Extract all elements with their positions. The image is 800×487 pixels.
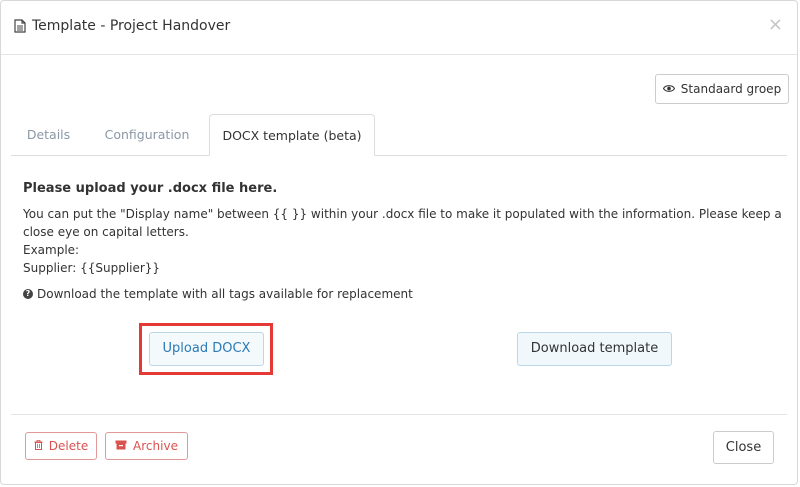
modal-title: Template - Project Handover xyxy=(32,18,231,34)
modal-title-wrap: Template - Project Handover xyxy=(14,18,230,34)
tab-bar: Details Configuration DOCX template (bet… xyxy=(11,114,787,156)
delete-label: Delete xyxy=(48,439,89,453)
example-value: Supplier: {{Supplier}} xyxy=(23,261,161,275)
archive-label: Archive xyxy=(133,439,178,453)
modal-header: Template - Project Handover × xyxy=(1,1,797,55)
help-line: ? Download the template with all tags av… xyxy=(23,287,783,301)
template-modal: Template - Project Handover × Standaard … xyxy=(0,0,798,485)
trash-icon xyxy=(34,439,43,453)
tab-details[interactable]: Details xyxy=(11,114,86,155)
docx-tab-content: Please upload your .docx file here. You … xyxy=(23,181,783,301)
upload-docx-button[interactable]: Upload DOCX xyxy=(149,332,264,366)
upload-heading: Please upload your .docx file here. xyxy=(23,181,278,196)
help-text: Download the template with all tags avai… xyxy=(37,287,413,301)
upload-description: You can put the "Display name" between {… xyxy=(23,207,782,239)
example-label: Example: xyxy=(23,243,80,257)
question-circle-icon: ? xyxy=(23,289,33,299)
standard-group-button[interactable]: Standaard groep xyxy=(655,74,789,104)
archive-button[interactable]: Archive xyxy=(105,432,188,460)
close-button[interactable]: Close xyxy=(713,431,774,464)
tab-configuration[interactable]: Configuration xyxy=(93,114,201,155)
tab-docx-template[interactable]: DOCX template (beta) xyxy=(209,114,375,156)
delete-button[interactable]: Delete xyxy=(25,432,97,460)
file-text-icon xyxy=(14,19,26,33)
eye-icon xyxy=(662,82,675,96)
close-icon[interactable]: × xyxy=(768,16,783,34)
standard-group-label: Standaard groep xyxy=(680,82,782,96)
footer-divider xyxy=(11,414,787,415)
archive-icon xyxy=(115,439,127,453)
download-template-button[interactable]: Download template xyxy=(517,332,672,366)
